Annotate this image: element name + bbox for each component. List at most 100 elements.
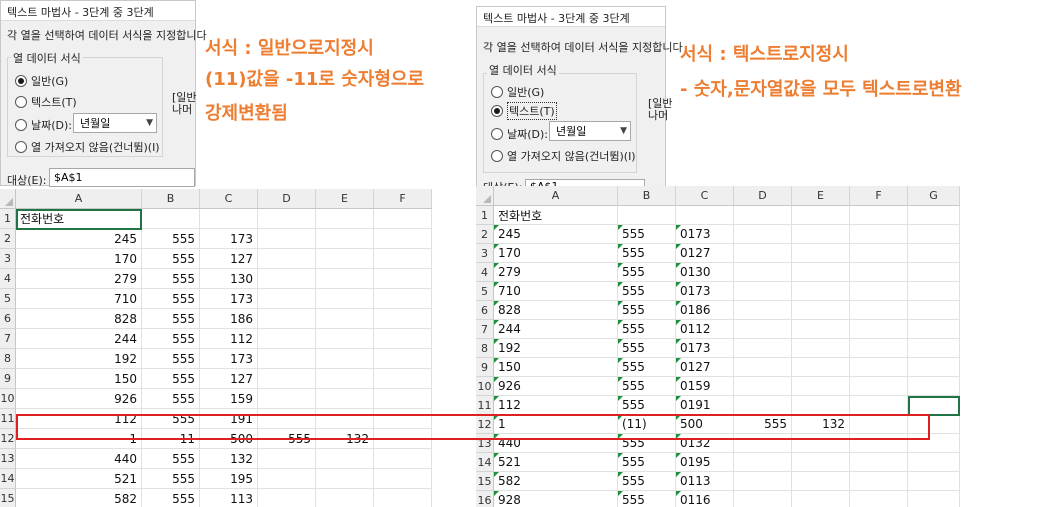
row-header-4[interactable]: 4 [0,269,16,289]
row-header-11[interactable]: 11 [0,409,16,429]
cell-F4[interactable] [850,263,908,282]
cell-G13[interactable] [908,434,960,453]
cell-B2[interactable]: 555 [142,229,200,249]
cell-D12[interactable]: 555 [734,415,792,434]
row-header-9[interactable]: 9 [476,358,494,377]
cell-D5[interactable] [258,289,316,309]
cell-A14[interactable]: 521 [494,453,618,472]
cell-D11[interactable] [258,409,316,429]
cell-A5[interactable]: 710 [16,289,142,309]
cell-A16[interactable]: 928 [494,491,618,507]
column-header-C[interactable]: C [200,189,258,209]
cell-A15[interactable]: 582 [494,472,618,491]
cell-D7[interactable] [258,329,316,349]
cell-D7[interactable] [734,320,792,339]
cell-A15[interactable]: 582 [16,489,142,507]
cell-A9[interactable]: 150 [494,358,618,377]
cell-F14[interactable] [850,453,908,472]
cell-C8[interactable]: 173 [200,349,258,369]
cell-E8[interactable] [792,339,850,358]
cell-B5[interactable]: 555 [142,289,200,309]
cell-B1[interactable] [142,209,200,229]
row-header-13[interactable]: 13 [476,434,494,453]
cell-A7[interactable]: 244 [494,320,618,339]
row-header-1[interactable]: 1 [476,206,494,225]
column-header-B[interactable]: B [142,189,200,209]
cell-G4[interactable] [908,263,960,282]
cell-E12[interactable]: 132 [316,429,374,449]
cell-E6[interactable] [792,301,850,320]
row-header-7[interactable]: 7 [0,329,16,349]
row-header-12[interactable]: 12 [476,415,494,434]
cell-A11[interactable]: 112 [494,396,618,415]
cell-B9[interactable]: 555 [142,369,200,389]
cell-F11[interactable] [850,396,908,415]
cell-A6[interactable]: 828 [16,309,142,329]
cell-D4[interactable] [734,263,792,282]
cell-C4[interactable]: 0130 [676,263,734,282]
cell-D13[interactable] [258,449,316,469]
radio-general[interactable]: 일반(G) [15,73,68,89]
cell-D1[interactable] [734,206,792,225]
cell-A11[interactable]: 112 [16,409,142,429]
cell-B1[interactable] [618,206,676,225]
cell-C9[interactable]: 0127 [676,358,734,377]
date-format-combo[interactable]: 년월일 ▼ [73,113,157,133]
cell-E13[interactable] [316,449,374,469]
radio-text[interactable]: 텍스트(T) [15,94,77,110]
cell-C13[interactable]: 0132 [676,434,734,453]
cell-F12[interactable] [374,429,432,449]
cell-B8[interactable]: 555 [618,339,676,358]
cell-C7[interactable]: 0112 [676,320,734,339]
cell-F6[interactable] [850,301,908,320]
cell-E4[interactable] [316,269,374,289]
cell-A14[interactable]: 521 [16,469,142,489]
cell-F9[interactable] [850,358,908,377]
row-header-1[interactable]: 1 [0,209,16,229]
cell-F12[interactable] [850,415,908,434]
cell-D1[interactable] [258,209,316,229]
cell-E5[interactable] [316,289,374,309]
cell-A10[interactable]: 926 [494,377,618,396]
row-header-12[interactable]: 12 [0,429,16,449]
row-header-6[interactable]: 6 [476,301,494,320]
column-header-F[interactable]: F [850,186,908,206]
cell-C10[interactable]: 159 [200,389,258,409]
radio-skip[interactable]: 열 가져오지 않음(건너뜀)(I) [491,148,636,164]
cell-F13[interactable] [850,434,908,453]
cell-B12[interactable]: (11) [618,415,676,434]
row-header-3[interactable]: 3 [476,244,494,263]
cell-C14[interactable]: 0195 [676,453,734,472]
cell-F3[interactable] [850,244,908,263]
cell-A7[interactable]: 244 [16,329,142,349]
cell-B2[interactable]: 555 [618,225,676,244]
cell-C1[interactable] [676,206,734,225]
cell-E5[interactable] [792,282,850,301]
cell-G2[interactable] [908,225,960,244]
cell-C11[interactable]: 0191 [676,396,734,415]
cell-A10[interactable]: 926 [16,389,142,409]
cell-A12[interactable]: 1 [16,429,142,449]
radio-skip[interactable]: 열 가져오지 않음(건너뜀)(I) [15,139,160,155]
cell-A8[interactable]: 192 [494,339,618,358]
cell-C3[interactable]: 127 [200,249,258,269]
cell-A13[interactable]: 440 [494,434,618,453]
cell-C7[interactable]: 112 [200,329,258,349]
cell-D5[interactable] [734,282,792,301]
row-header-14[interactable]: 14 [476,453,494,472]
cell-A12[interactable]: 1 [494,415,618,434]
row-header-5[interactable]: 5 [0,289,16,309]
cell-E7[interactable] [316,329,374,349]
cell-F15[interactable] [850,472,908,491]
cell-C6[interactable]: 0186 [676,301,734,320]
cell-E11[interactable] [316,409,374,429]
cell-E4[interactable] [792,263,850,282]
cell-F7[interactable] [850,320,908,339]
cell-D9[interactable] [258,369,316,389]
cell-C2[interactable]: 173 [200,229,258,249]
cell-B15[interactable]: 555 [142,489,200,507]
cell-A8[interactable]: 192 [16,349,142,369]
cell-B12[interactable]: -11 [142,429,200,449]
cell-B13[interactable]: 555 [618,434,676,453]
cell-F13[interactable] [374,449,432,469]
